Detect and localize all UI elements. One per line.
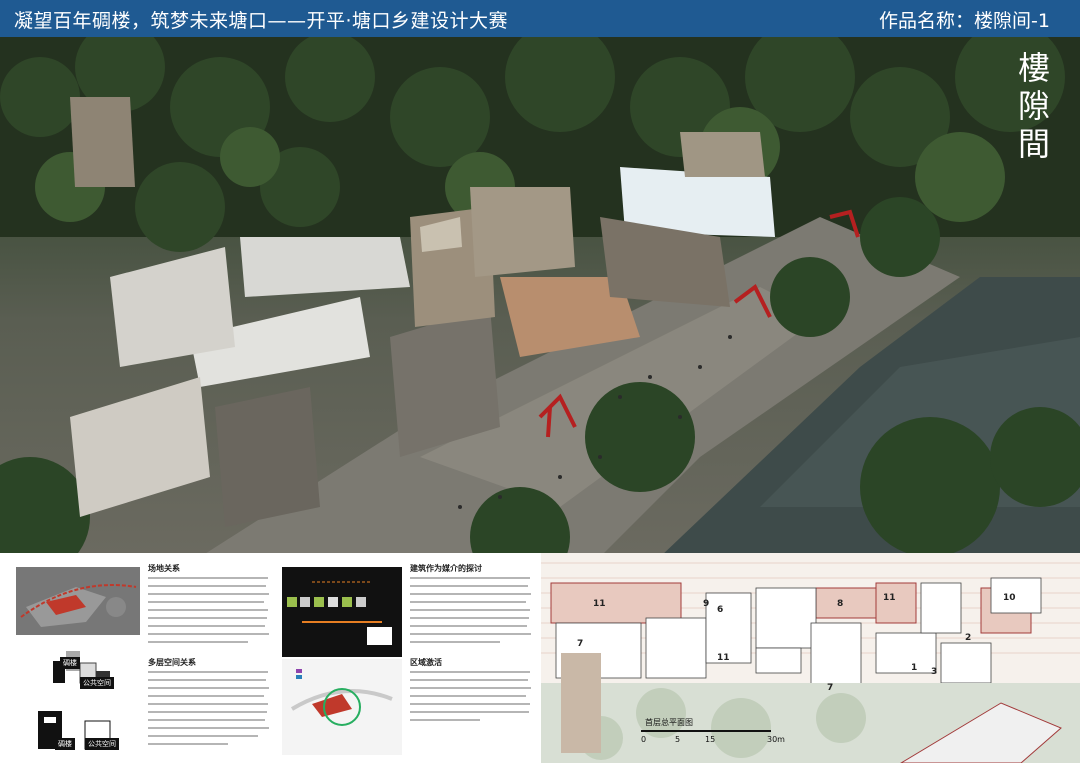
scale-tick: 0 xyxy=(641,735,647,744)
room-number: 3 xyxy=(931,667,938,677)
text-block-community xyxy=(410,671,531,721)
floor-plan-illustration xyxy=(541,553,1080,763)
section-title-space: 多层空间关系 xyxy=(148,658,196,667)
room-number: 11 xyxy=(593,599,606,609)
text-block-location xyxy=(148,577,269,643)
scale-tick: 15 xyxy=(705,735,716,744)
vertical-project-title: 樓隙間 xyxy=(1017,49,1050,163)
section-title-community: 区域激活 xyxy=(410,658,442,667)
text-block-space xyxy=(148,671,269,745)
bridge-diagram xyxy=(282,567,402,657)
room-number: 2 xyxy=(965,633,972,643)
plan-title: 首层总平面图 xyxy=(645,718,693,727)
bridge-illustration xyxy=(282,567,402,657)
competition-title: 凝望百年碉楼，筑梦未来塘口——开平·塘口乡建设计大赛 xyxy=(14,10,509,32)
room-number: 9 xyxy=(703,599,710,609)
header-bar: 凝望百年碉楼，筑梦未来塘口——开平·塘口乡建设计大赛 作品名称：楼隙间-1 xyxy=(0,0,1080,37)
community-map-illustration xyxy=(282,659,402,755)
section-title-location: 场地关系 xyxy=(148,564,180,573)
room-number: 7 xyxy=(577,639,584,649)
work-name: 作品名称：楼隙间-1 xyxy=(879,10,1050,32)
diagram-label-public-2: 公共空间 xyxy=(85,738,119,750)
analysis-panel: 碉楼 公共空间 碉楼 公共空间 场地关系 多层空间关系 建筑作为媒介的探讨 区域… xyxy=(0,553,1080,763)
text-block-bridge xyxy=(410,577,531,643)
aerial-rendering: 樓隙間 xyxy=(0,37,1080,553)
room-number: 7 xyxy=(827,683,834,693)
scale-tick: 30m xyxy=(767,735,785,744)
room-number: 11 xyxy=(883,593,896,603)
aerial-rendering-illustration xyxy=(0,37,1080,553)
scale-tick: 5 xyxy=(675,735,681,744)
community-map xyxy=(282,659,402,755)
diagram-label-tower-2: 碉楼 xyxy=(55,738,75,750)
room-number: 6 xyxy=(717,605,724,615)
ground-floor-plan: 11 9 6 8 11 10 2 7 11 7 1 3 首层总平面图 0 5 1… xyxy=(541,553,1080,763)
room-number: 11 xyxy=(717,653,730,663)
site-map-thumbnail xyxy=(16,567,140,635)
diagram-label-public: 公共空间 xyxy=(80,677,114,689)
room-number: 10 xyxy=(1003,593,1016,603)
diagram-label-tower: 碉楼 xyxy=(60,657,80,669)
room-number: 8 xyxy=(837,599,844,609)
site-map-illustration xyxy=(16,567,140,635)
section-title-bridge: 建筑作为媒介的探讨 xyxy=(410,564,482,573)
room-number: 1 xyxy=(911,663,918,673)
